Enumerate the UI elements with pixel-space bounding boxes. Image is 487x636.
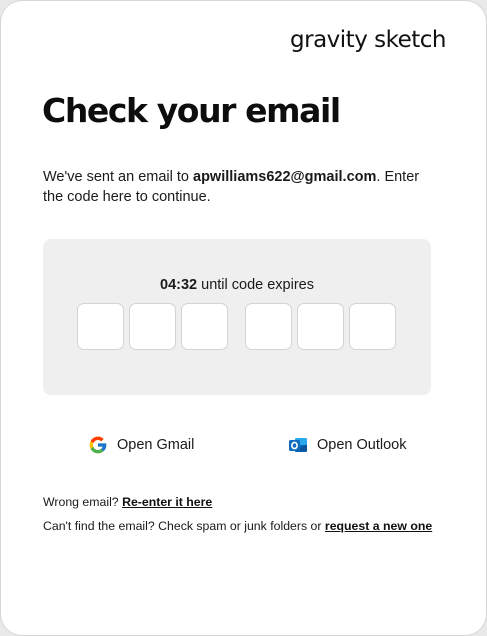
code-expiry-timer: 04:32 until code expires — [43, 277, 431, 293]
open-gmail-button[interactable]: Open Gmail — [88, 433, 194, 457]
intro-prefix: We've sent an email to — [43, 169, 193, 185]
cant-find-email-text: Can't find the email? Check spam or junk… — [43, 519, 432, 533]
code-digit-2[interactable] — [129, 303, 176, 350]
time-remaining: 04:32 — [160, 277, 198, 293]
code-digit-1[interactable] — [77, 303, 124, 350]
cant-find-prefix: Can't find the email? Check spam or junk… — [43, 519, 325, 533]
page-title: Check your email — [42, 91, 341, 130]
verification-card: gravity sketch Check your email We've se… — [0, 0, 487, 636]
google-g-icon — [88, 435, 108, 455]
open-outlook-button[interactable]: Open Outlook — [288, 433, 406, 457]
recipient-email: apwilliams622@gmail.com — [193, 169, 377, 185]
wrong-email-text: Wrong email? Re-enter it here — [43, 495, 212, 509]
intro-text: We've sent an email to apwilliams622@gma… — [43, 167, 443, 207]
open-gmail-label: Open Gmail — [117, 437, 195, 453]
code-digit-5[interactable] — [297, 303, 344, 350]
code-entry-panel: 04:32 until code expires — [43, 239, 431, 395]
expires-text: until code expires — [197, 277, 314, 293]
request-new-code-link[interactable]: request a new one — [325, 519, 432, 533]
code-digit-3[interactable] — [181, 303, 228, 350]
outlook-icon — [288, 435, 308, 455]
re-enter-email-link[interactable]: Re-enter it here — [122, 495, 212, 509]
code-digit-6[interactable] — [349, 303, 396, 350]
wrong-email-prefix: Wrong email? — [43, 495, 123, 509]
code-digit-4[interactable] — [245, 303, 292, 350]
gravity-sketch-logo: gravity sketch — [290, 27, 446, 53]
open-outlook-label: Open Outlook — [317, 437, 407, 453]
